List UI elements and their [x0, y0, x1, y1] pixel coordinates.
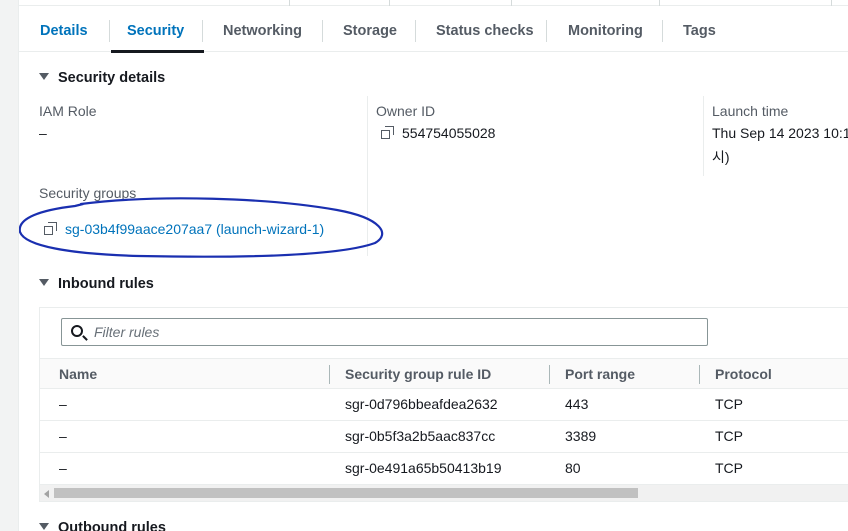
- table-header: Name Security group rule ID Port range P…: [40, 358, 848, 389]
- column-divider: [703, 96, 704, 176]
- column-divider: [367, 96, 368, 256]
- table-row[interactable]: – sgr-0d796bbeafdea2632 443 TCP: [40, 389, 848, 421]
- cell-protocol: TCP: [715, 460, 743, 476]
- cell-rule-id: sgr-0e491a65b50413b19: [345, 460, 502, 476]
- owner-id-value-row: 554754055028: [381, 125, 495, 141]
- column-resizer[interactable]: [699, 365, 700, 384]
- launch-time-value: Thu Sep 14 2023 10:1: [712, 125, 848, 141]
- cell-name: –: [59, 460, 67, 476]
- copy-icon[interactable]: [44, 222, 58, 236]
- search-icon: [71, 325, 83, 337]
- tab-separator: [415, 20, 416, 42]
- owner-id-label: Owner ID: [376, 103, 436, 119]
- horizontal-scrollbar[interactable]: [40, 485, 848, 501]
- tab-separator: [322, 20, 323, 42]
- scroll-left-icon[interactable]: [44, 490, 49, 498]
- top-strip: [19, 0, 848, 6]
- tab-status-checks[interactable]: Status checks: [436, 10, 534, 52]
- tab-security[interactable]: Security: [110, 10, 205, 53]
- owner-id-value: 554754055028: [402, 125, 496, 141]
- cell-rule-id: sgr-0b5f3a2b5aac837cc: [345, 428, 496, 444]
- strip-divider: [511, 0, 512, 6]
- cell-port-range: 443: [565, 396, 589, 412]
- cell-protocol: TCP: [715, 428, 743, 444]
- inbound-rules-heading: Inbound rules: [58, 276, 154, 292]
- table-row[interactable]: – sgr-0e491a65b50413b19 80 TCP: [40, 453, 848, 485]
- tab-separator: [109, 20, 110, 42]
- strip-divider: [389, 0, 390, 6]
- column-header-protocol[interactable]: Protocol: [715, 359, 772, 389]
- cell-name: –: [59, 396, 67, 412]
- tab-networking[interactable]: Networking: [223, 10, 302, 52]
- tab-separator: [546, 20, 547, 42]
- instance-details-panel: Details Security Networking Storage Stat…: [18, 0, 848, 531]
- security-groups-label: Security groups: [39, 185, 137, 201]
- tab-details[interactable]: Details: [40, 10, 88, 52]
- caret-down-icon: [39, 279, 49, 286]
- security-details-heading: Security details: [58, 70, 166, 86]
- scrollbar-thumb[interactable]: [54, 488, 638, 498]
- iam-role-value: –: [39, 125, 47, 141]
- security-details-toggle[interactable]: Security details: [39, 70, 165, 86]
- cell-port-range: 80: [565, 460, 581, 476]
- cell-port-range: 3389: [565, 428, 597, 444]
- filter-box: [61, 318, 708, 346]
- caret-down-icon: [39, 73, 49, 80]
- tab-storage[interactable]: Storage: [343, 10, 397, 52]
- cell-name: –: [59, 428, 67, 444]
- outbound-rules-toggle[interactable]: Outbound rules: [39, 520, 166, 531]
- copy-icon[interactable]: [381, 126, 395, 140]
- cell-protocol: TCP: [715, 396, 743, 412]
- outbound-rules-heading: Outbound rules: [58, 520, 166, 531]
- launch-time-value-cont: 시): [712, 149, 730, 165]
- tab-separator: [662, 20, 663, 42]
- cell-rule-id: sgr-0d796bbeafdea2632: [345, 396, 498, 412]
- inbound-rules-table: Name Security group rule ID Port range P…: [39, 307, 848, 502]
- inbound-rules-toggle[interactable]: Inbound rules: [39, 276, 154, 292]
- column-header-port-range[interactable]: Port range: [565, 359, 635, 389]
- column-header-rule-id[interactable]: Security group rule ID: [345, 359, 491, 389]
- filter-rules-input[interactable]: [94, 321, 694, 343]
- strip-divider: [831, 0, 832, 6]
- strip-divider: [289, 0, 290, 6]
- launch-time-label: Launch time: [712, 103, 789, 119]
- caret-down-icon: [39, 523, 49, 530]
- tab-separator: [202, 20, 203, 42]
- column-resizer[interactable]: [329, 365, 330, 384]
- security-group-link[interactable]: sg-03b4f99aace207aa7 (launch-wizard-1): [65, 221, 324, 237]
- column-resizer[interactable]: [549, 365, 550, 384]
- tab-bar: Details Security Networking Storage Stat…: [19, 10, 848, 53]
- strip-divider: [659, 0, 660, 6]
- table-row[interactable]: – sgr-0b5f3a2b5aac837cc 3389 TCP: [40, 421, 848, 453]
- iam-role-label: IAM Role: [39, 103, 97, 119]
- column-header-name[interactable]: Name: [59, 359, 97, 389]
- tab-monitoring[interactable]: Monitoring: [568, 10, 643, 52]
- security-group-row: sg-03b4f99aace207aa7 (launch-wizard-1): [44, 221, 324, 237]
- tab-tags[interactable]: Tags: [683, 10, 716, 52]
